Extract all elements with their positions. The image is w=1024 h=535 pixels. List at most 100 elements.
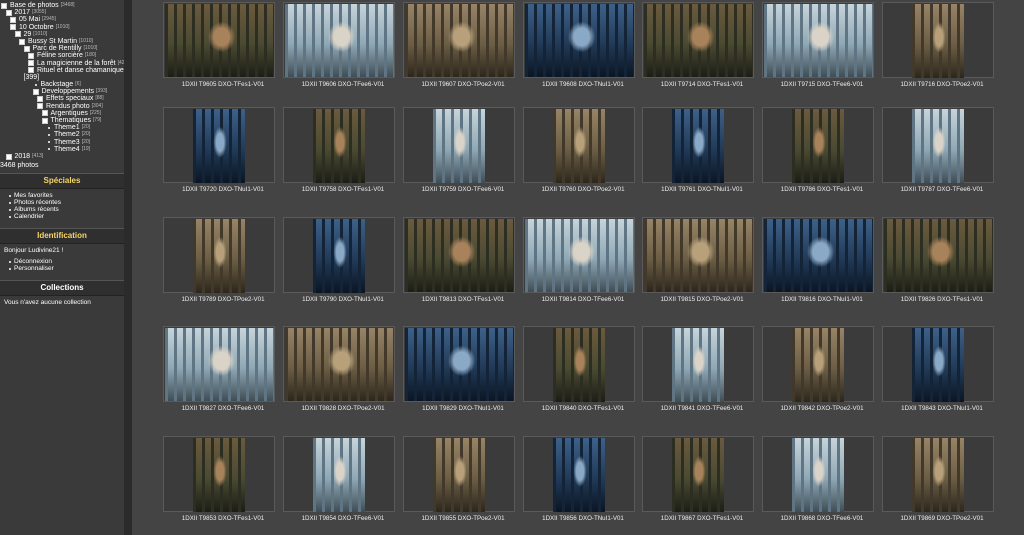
menu-recent-albums[interactable]: Albums récents	[9, 206, 120, 213]
tree-node[interactable]: Féline sorcière [180]	[0, 52, 124, 59]
photo-thumbnail[interactable]: 1DXII T9605 DXO-TFes1-V01	[163, 2, 283, 102]
thumbnail-caption[interactable]: 1DXII T9761 DXO-TNuI1-V01	[642, 186, 762, 193]
thumbnail-caption[interactable]: 1DXII T9814 DXO-TFee6-V01	[523, 296, 643, 303]
menu-favorites[interactable]: Mes favorites	[9, 192, 120, 199]
thumbnail-image[interactable]	[553, 109, 605, 183]
thumbnail-image[interactable]	[764, 219, 873, 292]
thumbnail-frame[interactable]	[403, 217, 515, 293]
thumbnail-frame[interactable]	[642, 2, 754, 78]
tree-node[interactable]: 10 Octobre [1010]	[0, 24, 124, 31]
photo-thumbnail[interactable]: 1DXII T9787 DXO-TFee6-V01	[882, 107, 1002, 207]
menu-recent-photos[interactable]: Photos récentes	[9, 199, 120, 206]
photo-thumbnail[interactable]: 1DXII T9827 DXO-TFee6-V01	[163, 326, 283, 426]
thumbnail-image[interactable]	[313, 219, 365, 293]
expand-icon[interactable]	[5, 9, 12, 16]
photo-thumbnail[interactable]: 1DXII T9814 DXO-TFee6-V01	[523, 217, 643, 317]
thumbnail-caption[interactable]: 1DXII T9828 DXO-TPoe2-V01	[283, 405, 403, 412]
photo-thumbnail[interactable]: 1DXII T9816 DXO-TNuI1-V01	[762, 217, 882, 317]
expand-icon[interactable]	[10, 24, 16, 31]
photo-thumbnail[interactable]: 1DXII T9716 DXO-TPoe2-V01	[882, 2, 1002, 102]
photo-thumbnail[interactable]: 1DXII T9868 DXO-TFee6-V01	[762, 436, 882, 535]
tree-node[interactable]: 05 Mai [2945]	[0, 16, 124, 23]
photo-thumbnail[interactable]: 1DXII T9842 DXO-TPoe2-V01	[762, 326, 882, 426]
photo-thumbnail[interactable]: 1DXII T9789 DXO-TPoe2-V01	[163, 217, 283, 317]
thumbnail-frame[interactable]	[163, 436, 275, 512]
photo-thumbnail[interactable]: 1DXII T9786 DXO-TFes1-V01	[762, 107, 882, 207]
thumbnail-frame[interactable]	[283, 436, 395, 512]
thumbnail-caption[interactable]: 1DXII T9840 DXO-TFes1-V01	[523, 405, 643, 412]
thumbnail-caption[interactable]: 1DXII T9842 DXO-TPoe2-V01	[762, 405, 882, 412]
photo-thumbnail[interactable]: 1DXII T9813 DXO-TFes1-V01	[403, 217, 523, 317]
thumbnail-frame[interactable]	[163, 217, 275, 293]
thumbnail-frame[interactable]	[403, 107, 515, 183]
thumbnail-caption[interactable]: 1DXII T9790 DXO-TNuI1-V01	[283, 296, 403, 303]
thumbnail-image[interactable]	[644, 219, 753, 292]
thumbnail-caption[interactable]: 1DXII T9829 DXO-TNuI1-V01	[403, 405, 523, 412]
expand-icon[interactable]	[41, 110, 48, 117]
thumbnail-image[interactable]	[672, 109, 724, 183]
thumbnail-caption[interactable]: 1DXII T9856 DXO-TNuI1-V01	[523, 515, 643, 522]
thumbnail-caption[interactable]: 1DXII T9716 DXO-TPoe2-V01	[882, 81, 1002, 88]
thumbnail-frame[interactable]	[642, 217, 754, 293]
thumbnail-caption[interactable]: 1DXII T9854 DXO-TFee6-V01	[283, 515, 403, 522]
photo-thumbnail[interactable]: 1DXII T9843 DXO-TNuI1-V01	[882, 326, 1002, 426]
tree-node[interactable]: [399]	[0, 74, 124, 81]
thumbnail-caption[interactable]: 1DXII T9868 DXO-TFee6-V01	[762, 515, 882, 522]
photo-thumbnail[interactable]: 1DXII T9828 DXO-TPoe2-V01	[283, 326, 403, 426]
thumbnail-frame[interactable]	[882, 326, 994, 402]
thumbnail-frame[interactable]	[762, 107, 874, 183]
thumbnail-image[interactable]	[165, 4, 274, 77]
tree-node[interactable]: 2017 [3055]	[0, 9, 124, 16]
thumbnail-image[interactable]	[912, 109, 964, 183]
thumbnail-image[interactable]	[193, 219, 245, 293]
thumbnail-image[interactable]	[792, 109, 844, 183]
thumbnail-image[interactable]	[313, 109, 365, 183]
thumbnail-frame[interactable]	[523, 326, 635, 402]
photo-thumbnail[interactable]: 1DXII T9761 DXO-TNuI1-V01	[642, 107, 762, 207]
thumbnail-frame[interactable]	[882, 107, 994, 183]
thumbnail-frame[interactable]	[403, 436, 515, 512]
thumbnail-image[interactable]	[884, 219, 993, 292]
thumbnail-caption[interactable]: 1DXII T9787 DXO-TFee6-V01	[882, 186, 1002, 193]
photo-thumbnail[interactable]: 1DXII T9829 DXO-TNuI1-V01	[403, 326, 523, 426]
thumbnail-frame[interactable]	[163, 107, 275, 183]
expand-icon[interactable]	[5, 153, 12, 160]
thumbnail-caption[interactable]: 1DXII T9827 DXO-TFee6-V01	[163, 405, 283, 412]
expand-icon[interactable]	[32, 88, 39, 95]
photo-thumbnail[interactable]: 1DXII T9840 DXO-TFes1-V01	[523, 326, 643, 426]
thumbnail-image[interactable]	[912, 438, 964, 512]
expand-icon[interactable]	[37, 103, 43, 110]
thumbnail-frame[interactable]	[403, 2, 515, 78]
photo-thumbnail[interactable]: 1DXII T9815 DXO-TPoe2-V01	[642, 217, 762, 317]
thumbnail-caption[interactable]: 1DXII T9841 DXO-TFee6-V01	[642, 405, 762, 412]
thumbnail-frame[interactable]	[762, 2, 874, 78]
tree-node[interactable]: Thematiques [79]	[0, 117, 124, 124]
thumbnail-caption[interactable]: 1DXII T9714 DXO-TFes1-V01	[642, 81, 762, 88]
thumbnail-frame[interactable]	[882, 2, 994, 78]
expand-icon[interactable]	[14, 31, 21, 38]
thumbnail-caption[interactable]: 1DXII T9759 DXO-TFee6-V01	[403, 186, 523, 193]
thumbnail-frame[interactable]	[882, 436, 994, 512]
thumbnail-caption[interactable]: 1DXII T9816 DXO-TNuI1-V01	[762, 296, 882, 303]
photo-thumbnail[interactable]: 1DXII T9608 DXO-TNuI1-V01	[523, 2, 643, 102]
expand-icon[interactable]	[37, 96, 43, 103]
photo-thumbnail[interactable]: 1DXII T9855 DXO-TPoe2-V01	[403, 436, 523, 535]
logout-link[interactable]: Déconnexion	[9, 258, 120, 265]
photo-thumbnail[interactable]: 1DXII T9715 DXO-TFee6-V01	[762, 2, 882, 102]
thumbnail-frame[interactable]	[762, 326, 874, 402]
thumbnail-image[interactable]	[764, 4, 873, 77]
photo-thumbnail[interactable]: 1DXII T9759 DXO-TFee6-V01	[403, 107, 523, 207]
thumbnail-caption[interactable]: 1DXII T9843 DXO-TNuI1-V01	[882, 405, 1002, 412]
tree-node[interactable]: Argentiques [225]	[0, 110, 124, 117]
thumbnail-caption[interactable]: 1DXII T9855 DXO-TPoe2-V01	[403, 515, 523, 522]
thumbnail-image[interactable]	[792, 328, 844, 402]
thumbnail-frame[interactable]	[882, 217, 994, 293]
thumbnail-image[interactable]	[792, 438, 844, 512]
thumbnail-image[interactable]	[405, 328, 514, 401]
photo-thumbnail[interactable]: 1DXII T9758 DXO-TFes1-V01	[283, 107, 403, 207]
photo-thumbnail[interactable]: 1DXII T9856 DXO-TNuI1-V01	[523, 436, 643, 535]
thumbnail-caption[interactable]: 1DXII T9813 DXO-TFes1-V01	[403, 296, 523, 303]
thumbnail-frame[interactable]	[283, 326, 395, 402]
tree-node[interactable]: Theme2 [20]	[0, 131, 124, 138]
thumbnail-frame[interactable]	[163, 2, 275, 78]
